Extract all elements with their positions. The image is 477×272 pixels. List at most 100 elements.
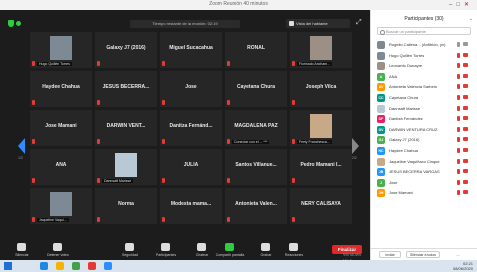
video-tile[interactable]: DARWIN VENT... bbox=[95, 110, 157, 146]
tile-participant-name: Miguel Sucacahua bbox=[169, 45, 213, 51]
participant-list-item[interactable]: Rogelio Callena... (Anfitrión, yo) bbox=[377, 40, 473, 51]
panel-collapse-icon[interactable]: ⌄ bbox=[469, 16, 473, 22]
tile-caption: Feely Franchesca... bbox=[297, 140, 332, 144]
next-page-arrow-icon[interactable] bbox=[352, 138, 359, 154]
toolbar-button-3[interactable]: Seguridad bbox=[112, 240, 148, 260]
reactions-icon bbox=[289, 243, 298, 251]
participant-list-item[interactable]: JM Jose Mamani bbox=[377, 188, 473, 199]
participant-list-item[interactable]: CC Cayetana Chura bbox=[377, 93, 473, 104]
participant-list-item[interactable]: Dannsaft Marisse bbox=[377, 104, 473, 115]
tile-participant-name: Antonieta Valen... bbox=[235, 201, 277, 207]
toolbar-button-1[interactable]: Silenciar bbox=[4, 240, 40, 260]
maximize-icon[interactable]: □ bbox=[456, 2, 464, 8]
participant-name: Dannsaft Marisse bbox=[389, 105, 421, 111]
participant-list-item[interactable]: Leonardo Donayre bbox=[377, 61, 473, 72]
toolbar-button-2[interactable]: Detener video bbox=[40, 240, 76, 260]
participant-name: Jose bbox=[389, 179, 398, 185]
toolbar-button-4[interactable]: Participantes bbox=[148, 240, 184, 260]
muted-mic-icon bbox=[97, 61, 100, 66]
video-tile[interactable]: Danitza Fernánd... bbox=[160, 110, 222, 146]
video-tile[interactable]: NERY CALISAYA bbox=[290, 188, 352, 224]
toolbar-button-6[interactable]: Compartir pantalla bbox=[212, 240, 248, 260]
video-tile[interactable]: RONAL bbox=[225, 32, 287, 68]
participant-list-item[interactable]: J Jose bbox=[377, 178, 473, 189]
invite-button[interactable]: Invitar bbox=[379, 251, 401, 258]
video-tile[interactable]: Jose bbox=[160, 71, 222, 107]
video-tile[interactable]: Miguel Sucacahua bbox=[160, 32, 222, 68]
video-tile[interactable]: ANA bbox=[30, 149, 92, 185]
windows-start-icon[interactable] bbox=[4, 262, 12, 270]
video-tile[interactable]: Norma bbox=[95, 188, 157, 224]
video-tile[interactable]: JESUS BECERRA... bbox=[95, 71, 157, 107]
participant-list-item[interactable]: DF Danitza Fernández bbox=[377, 114, 473, 125]
participant-list-item[interactable]: HC Haydee Chahua bbox=[377, 146, 473, 157]
tile-participant-name: ANA bbox=[55, 162, 67, 168]
taskbar-app-icon[interactable] bbox=[56, 262, 64, 270]
search-icon bbox=[380, 30, 385, 35]
video-tile[interactable]: Haydee Chahua bbox=[30, 71, 92, 107]
participant-name: Hugo Quillén Torres bbox=[389, 52, 425, 58]
connection-status-icon[interactable] bbox=[16, 21, 21, 26]
video-off-icon bbox=[463, 94, 468, 99]
tile-participant-name: DARWIN VENT... bbox=[106, 123, 146, 129]
video-off-icon bbox=[463, 137, 468, 142]
participant-list-item[interactable]: AV Antonieta Valencia Sarbelo bbox=[377, 82, 473, 93]
view-toggle-button[interactable]: Vista del hablante bbox=[286, 19, 350, 28]
muted-mic-icon bbox=[457, 179, 460, 185]
tile-participant-name: MAGDALENA PAZ bbox=[234, 123, 278, 129]
avatar bbox=[377, 41, 385, 49]
more-options-button[interactable]: ... bbox=[449, 251, 467, 258]
tile-participant-name: Pedro Mamani I... bbox=[300, 162, 342, 168]
video-grid: Hugo Quillén Torres Galaxy J7 (2016) Migue… bbox=[30, 32, 352, 228]
participant-search-input[interactable]: Buscar un participante bbox=[377, 27, 471, 35]
participant-list-item[interactable]: JB JESUS BECERRA VARGAS bbox=[377, 167, 473, 178]
toolbar-button-8[interactable]: Reacciones bbox=[276, 240, 312, 260]
mute-all-button[interactable]: Silenciar a todos bbox=[406, 251, 440, 258]
muted-mic-icon bbox=[227, 178, 230, 183]
taskbar-app-icon[interactable] bbox=[72, 262, 80, 270]
video-tile[interactable]: Fiorinado Ancham... bbox=[290, 32, 352, 68]
previous-page-arrow-icon[interactable] bbox=[18, 138, 25, 154]
participant-list-item[interactable]: A ANA bbox=[377, 72, 473, 83]
video-tile[interactable]: Antonieta Valen... bbox=[225, 188, 287, 224]
participant-video-thumbnail bbox=[310, 36, 332, 60]
tile-participant-name: NERY CALISAYA bbox=[301, 201, 341, 207]
toolbar-button-label: Participantes bbox=[155, 253, 177, 257]
video-tile[interactable]: Santos Villanue... bbox=[225, 149, 287, 185]
encryption-shield-icon[interactable] bbox=[8, 20, 14, 27]
video-tile[interactable]: Jaqueline Vaqui... bbox=[30, 188, 92, 224]
participant-name: Cayetana Chura bbox=[389, 94, 419, 100]
video-tile[interactable]: Galaxy J7 (2016) bbox=[95, 32, 157, 68]
video-tile[interactable]: Cayetana Chura bbox=[225, 71, 287, 107]
taskbar-clock: 02:21 08/06/2020 bbox=[453, 261, 473, 271]
video-tile[interactable]: Hugo Quillén Torres bbox=[30, 32, 92, 68]
taskbar-app-icon[interactable] bbox=[40, 262, 48, 270]
participant-name: Haydee Chahua bbox=[389, 147, 418, 153]
video-tile[interactable]: Feely Franchesca... bbox=[290, 110, 352, 146]
participants-panel: Participantes (30) ⌄ Buscar un participa… bbox=[370, 10, 477, 260]
participant-list-item[interactable]: Jaqueline Vaquiñaco Cinque bbox=[377, 157, 473, 168]
zoom-taskbar-icon[interactable] bbox=[104, 262, 112, 270]
video-tile[interactable]: Jose Mamani bbox=[30, 110, 92, 146]
taskbar-app-icon[interactable] bbox=[88, 262, 96, 270]
tile-caption: Dannsaft Marisse bbox=[102, 179, 134, 183]
muted-mic-icon bbox=[292, 139, 295, 144]
participant-list-item[interactable]: Hugo Quillén Torres bbox=[377, 51, 473, 62]
muted-mic-icon bbox=[457, 137, 460, 143]
video-tile[interactable]: Joseph Vilca bbox=[290, 71, 352, 107]
participant-list-item[interactable]: GJ Galaxy J7 (2016) bbox=[377, 135, 473, 146]
tile-caption: Fiorinado Ancham... bbox=[297, 62, 333, 66]
participant-name: Jaqueline Vaquiñaco Cinque bbox=[389, 158, 440, 164]
video-tile[interactable]: Modesta mama... bbox=[160, 188, 222, 224]
muted-mic-icon bbox=[292, 217, 295, 222]
meeting-area: Tiempo restante de la reunión: 02:19 Vis… bbox=[0, 10, 371, 269]
video-tile[interactable]: Dannsaft Marisse bbox=[95, 149, 157, 185]
video-tile[interactable]: JULIA bbox=[160, 149, 222, 185]
fullscreen-icon[interactable]: ⤢ bbox=[356, 19, 362, 27]
close-icon[interactable]: ✕ bbox=[464, 2, 473, 8]
muted-mic-icon bbox=[457, 42, 460, 47]
avatar: DF bbox=[377, 115, 385, 124]
video-tile[interactable]: MAGDALENA PAZ Conectar con el ... *** bbox=[225, 110, 287, 146]
video-tile[interactable]: Pedro Mamani I... bbox=[290, 149, 352, 185]
participant-list-item[interactable]: DV DARWIN VENTURA CRUZ bbox=[377, 125, 473, 136]
